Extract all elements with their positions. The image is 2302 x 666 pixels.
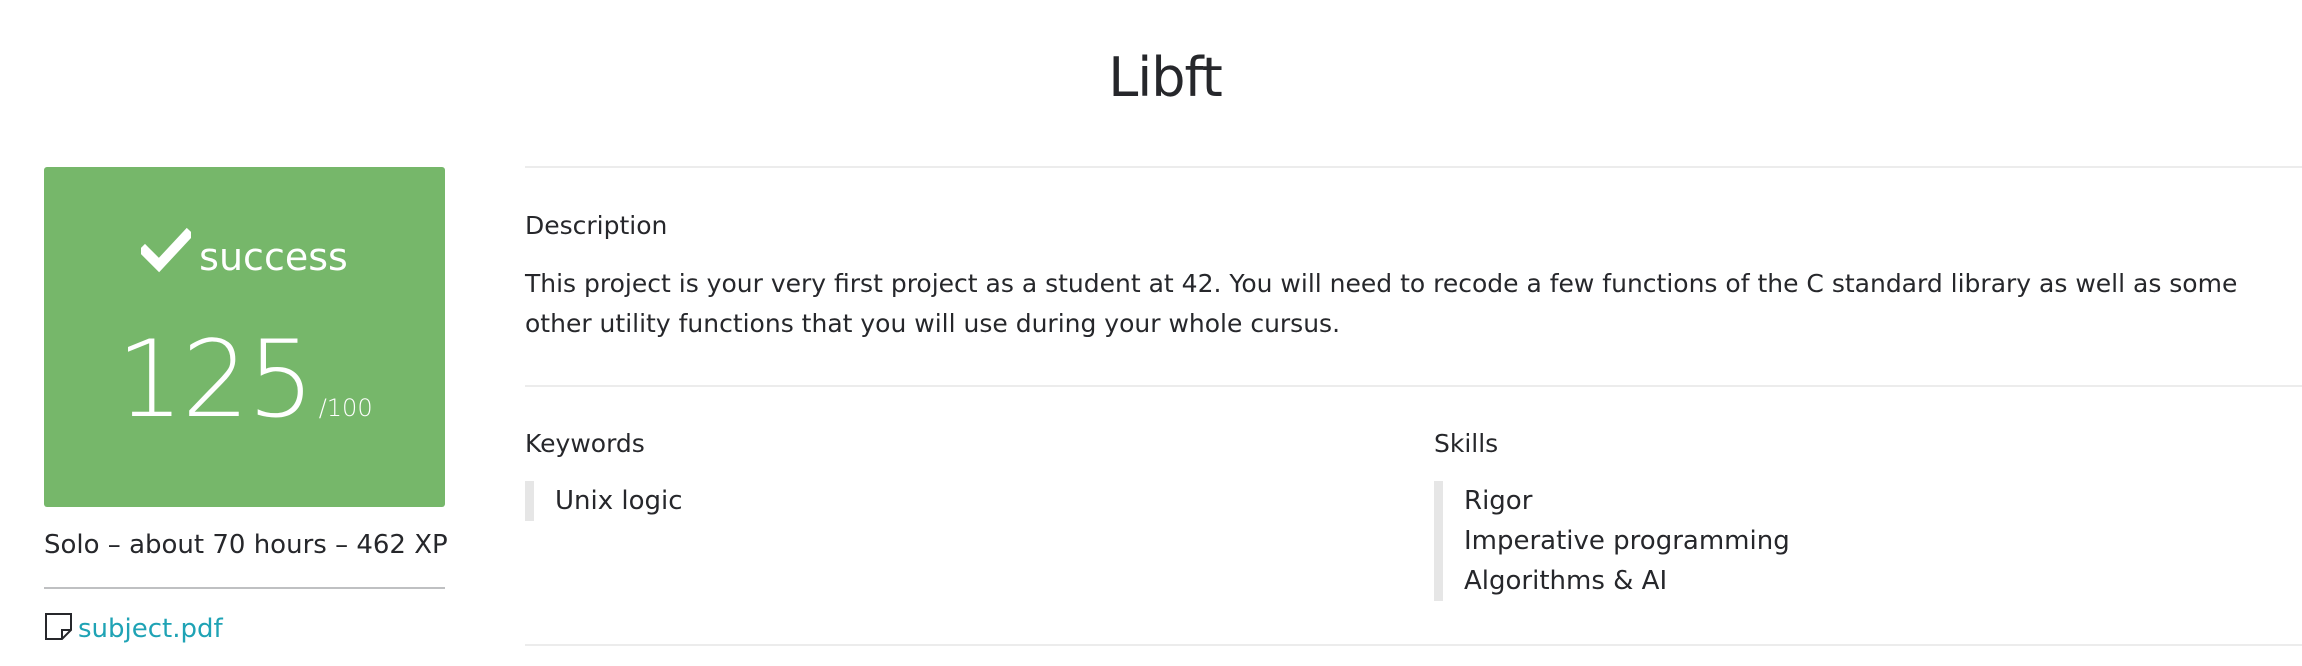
divider [525,385,2302,387]
score-card: success 125/100 [44,167,445,507]
divider [44,587,445,589]
description-text: This project is your very first project … [525,269,2238,338]
project-meta: Solo – about 70 hours – 462 XP [44,530,448,560]
keyword-item: Unix logic [555,486,683,516]
grade-max: /100 [318,394,373,422]
description-label: Description [525,211,668,240]
subject-pdf-link[interactable]: subject.pdf [78,614,223,644]
divider [525,644,2302,646]
skill-item: Imperative programming [1464,526,1790,556]
divider [525,166,2302,168]
project-page: Libft success 125/100 Solo – about 70 ho… [0,0,2302,666]
skills-label: Skills [1434,429,1499,458]
keywords-label: Keywords [525,429,645,458]
grade-row: 125/100 [44,327,445,433]
skill-item: Rigor [1464,486,1533,516]
page-title: Libft [1108,46,1223,109]
check-icon [138,227,195,273]
keywords-list: Unix logic [525,481,683,521]
status-row: success [44,227,445,279]
skills-list: Rigor Imperative programming Algorithms … [1434,481,1790,601]
grade-value: 125 [116,318,314,441]
attachment[interactable]: subject.pdf [44,612,223,644]
status-text: success [199,235,348,279]
skill-item: Algorithms & AI [1464,566,1668,596]
document-icon [44,612,74,642]
